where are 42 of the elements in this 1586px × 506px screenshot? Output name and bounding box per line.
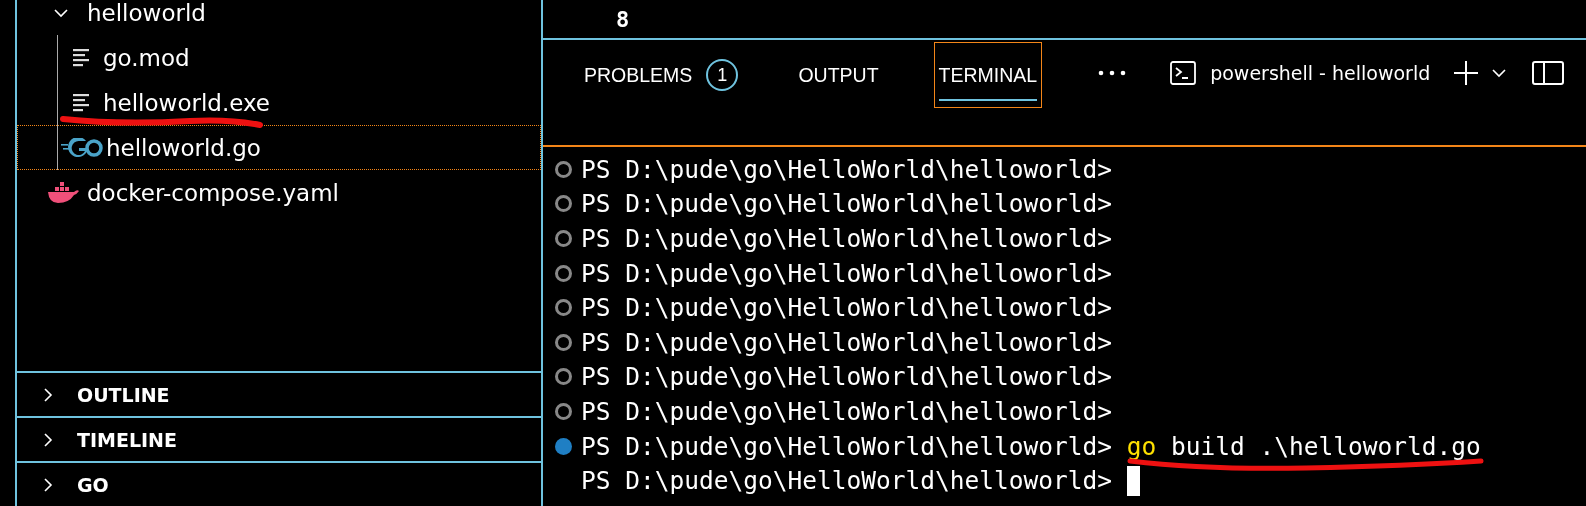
text-file-icon bbox=[73, 93, 89, 112]
more-icon[interactable] bbox=[1098, 70, 1127, 76]
terminal-line: PS D:\pude\go\HelloWorld\helloworld> bbox=[581, 362, 1112, 392]
ring-icon[interactable] bbox=[555, 299, 572, 317]
terminal-line: PS D:\pude\go\HelloWorld\helloworld> bbox=[581, 189, 1112, 219]
folder-item[interactable]: helloworld bbox=[17, 0, 541, 35]
terminal-line: PS D:\pude\go\HelloWorld\helloworld> bbox=[581, 224, 1112, 253]
dot-icon[interactable] bbox=[555, 437, 572, 455]
ring-icon[interactable] bbox=[555, 264, 572, 282]
line-number: 8 bbox=[616, 6, 630, 32]
ring-icon[interactable] bbox=[555, 402, 572, 420]
ring-icon[interactable] bbox=[555, 368, 572, 386]
go-file-icon bbox=[61, 137, 103, 158]
section-header[interactable]: TIMELINE bbox=[17, 416, 541, 461]
split-icon[interactable] bbox=[1532, 61, 1565, 85]
file-item[interactable]: go.mod bbox=[17, 35, 541, 80]
terminal-icon bbox=[1170, 61, 1197, 85]
terminal-line: PS D:\pude\go\HelloWorld\helloworld> bbox=[581, 154, 1112, 184]
dropdown-caret-icon[interactable] bbox=[1492, 68, 1507, 78]
docker-file-icon bbox=[47, 181, 79, 204]
count-badge: 1 bbox=[706, 59, 739, 91]
terminal-line: PS D:\pude\go\HelloWorld\helloworld> go build .\helloworld.go bbox=[581, 431, 1481, 461]
ring-icon[interactable] bbox=[555, 230, 572, 247]
panel-tab[interactable]: OUTPUT bbox=[793, 42, 884, 108]
panel-tab[interactable]: TERMINAL bbox=[933, 42, 1043, 108]
file-item[interactable]: docker-compose.yaml bbox=[17, 170, 541, 215]
ring-icon[interactable] bbox=[555, 333, 572, 351]
terminal-line: PS D:\pude\go\HelloWorld\helloworld> bbox=[581, 396, 1112, 426]
section-header[interactable]: GO bbox=[17, 461, 541, 506]
section-header[interactable]: OUTLINE bbox=[17, 371, 541, 416]
terminal-line: PS D:\pude\go\HelloWorld\helloworld> bbox=[581, 293, 1112, 323]
terminal-line: PS D:\pude\go\HelloWorld\helloworld> bbox=[581, 466, 1112, 496]
file-item[interactable]: helloworld.exe bbox=[17, 80, 541, 125]
terminal-line: PS D:\pude\go\HelloWorld\helloworld> bbox=[581, 258, 1112, 288]
add-icon[interactable] bbox=[1454, 61, 1479, 85]
panel-tab[interactable]: PROBLEMS 1 bbox=[579, 42, 744, 108]
terminal-line: PS D:\pude\go\HelloWorld\helloworld> bbox=[581, 327, 1112, 357]
ring-icon[interactable] bbox=[555, 160, 572, 178]
file-item[interactable]: helloworld.go bbox=[17, 125, 541, 170]
ring-icon[interactable] bbox=[555, 195, 572, 213]
text-file-icon bbox=[73, 48, 89, 67]
terminal-name[interactable]: powershell - helloworld bbox=[1210, 62, 1431, 84]
